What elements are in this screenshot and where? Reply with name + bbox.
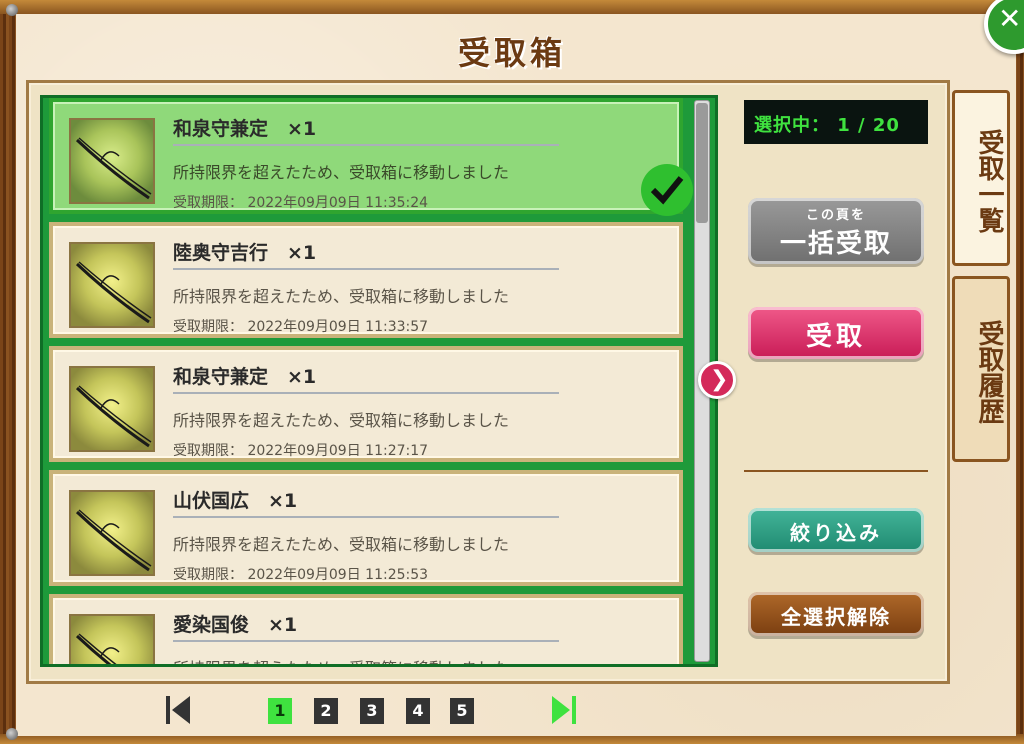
item-date: 受取期限： 2022年09月09日 11:35:24 [173,195,429,211]
scrollbar-thumb[interactable] [696,103,708,223]
tab-receive-history[interactable]: 受取履歴 [952,276,1010,462]
page-number-button[interactable]: 1 [268,698,292,724]
item-name: 和泉守兼定 ×1 [173,366,317,388]
item-name: 山伏国広 ×1 [173,490,298,512]
dialog-title: 受取箱 [457,34,566,72]
item-message: 所持限界を超えたため、受取箱に移動しました [173,411,510,430]
page-number-button[interactable]: 2 [314,698,338,724]
list-item[interactable]: 和泉守兼定 ×1 所持限界を超えたため、受取箱に移動しました 受取期限： 202… [49,98,693,216]
skip-last-icon[interactable] [550,694,578,726]
item-date: 受取期限： 2022年09月09日 11:33:57 [173,319,429,335]
item-message: 所持限界を超えたため、受取箱に移動しました [173,163,510,182]
item-name: 陸奥守吉行 ×1 [173,242,317,264]
item-divider [173,516,559,518]
item-divider [173,268,559,270]
bulk-receive-button[interactable]: この頁を 一括受取 [748,198,924,264]
screw-icon [6,4,18,16]
item-divider [173,640,559,642]
deselect-all-button[interactable]: 全選択解除 [748,592,924,636]
page-number-button[interactable]: 4 [406,698,430,724]
selection-counter: 選択中： 1 / 20 [744,100,928,144]
list-item[interactable]: 陸奥守吉行 ×1 所持限界を超えたため、受取箱に移動しました 受取期限： 202… [49,222,683,338]
frame-top [0,0,1024,14]
item-name: 愛染国俊 ×1 [173,614,298,636]
sword-icon [69,614,155,664]
sword-icon [69,490,155,576]
checkmark-icon [641,164,693,216]
item-message: 所持限界を超えたため、受取箱に移動しました [173,655,509,664]
item-message: 所持限界を超えたため、受取箱に移動しました [173,535,510,554]
item-date: 受取期限： 2022年09月09日 11:27:17 [173,443,429,459]
item-divider [173,392,559,394]
sword-icon [69,366,155,452]
page-number-button[interactable]: 5 [450,698,474,724]
item-name: 和泉守兼定 ×1 [173,118,317,140]
screw-icon [6,728,18,740]
list-item[interactable]: 愛染国俊 ×1 所持限界を超えたため、受取箱に移動しました [49,594,683,664]
item-list: 和泉守兼定 ×1 所持限界を超えたため、受取箱に移動しました 受取期限： 202… [40,95,718,667]
sword-icon [69,242,155,328]
next-arrow-button[interactable]: ❯ [698,361,736,399]
item-message: 所持限界を超えたため、受取箱に移動しました [173,287,510,306]
tab-receive-list[interactable]: 受取一覧 [952,90,1010,266]
chevron-right-icon: ❯ [710,367,729,392]
divider [744,470,928,472]
receive-button[interactable]: 受取 [748,307,924,359]
filter-button[interactable]: 絞り込み [748,508,924,552]
item-divider [173,144,559,146]
sword-icon [69,118,155,204]
list-item[interactable]: 和泉守兼定 ×1 所持限界を超えたため、受取箱に移動しました 受取期限： 202… [49,346,683,462]
list-item[interactable]: 山伏国広 ×1 所持限界を超えたため、受取箱に移動しました 受取期限： 2022… [49,470,683,586]
skip-first-icon[interactable] [164,694,192,726]
bulk-receive-caption: この頁を [805,208,866,223]
item-date: 受取期限： 2022年09月09日 11:25:53 [173,567,429,583]
close-icon: ✕ [998,2,1022,35]
page-number-button[interactable]: 3 [360,698,384,724]
bulk-receive-label: 一括受取 [779,229,892,259]
